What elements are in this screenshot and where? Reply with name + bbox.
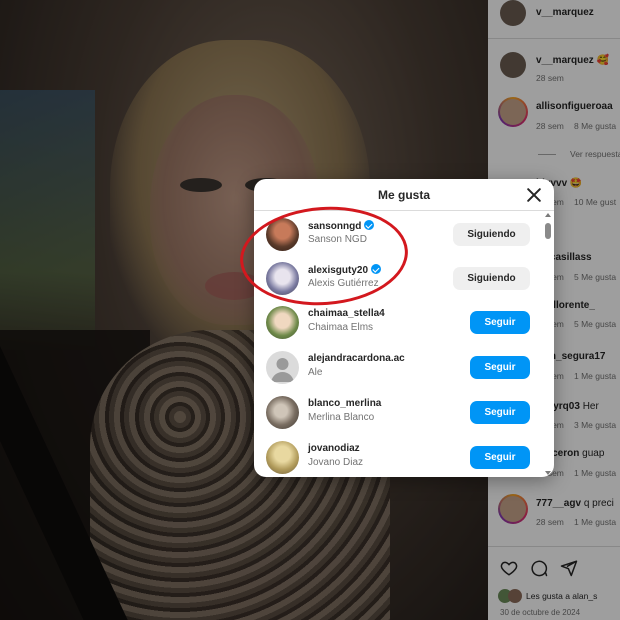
modal-header: Me gusta [254, 179, 554, 211]
close-icon[interactable] [524, 185, 544, 205]
comment-text: q preci [583, 498, 614, 509]
verified-badge-icon [364, 220, 375, 230]
full-name: Ale [308, 367, 323, 378]
comment-time: 28 sem [536, 517, 564, 527]
view-replies-link[interactable]: Ver respuestas [570, 149, 620, 159]
full-name: Sanson NGD [308, 234, 367, 245]
follow-button[interactable]: Seguir [470, 311, 530, 334]
comment-likes[interactable]: 1 Me gusta [574, 371, 616, 381]
modal-scrollbar[interactable] [544, 213, 552, 475]
full-name: Chaimaa Elms [308, 322, 374, 333]
comment-likes[interactable]: 8 Me gusta [574, 121, 616, 131]
comment-text: 🤩 [569, 178, 583, 189]
username[interactable]: jovanodiaz [308, 443, 360, 454]
username[interactable]: chaimaa_stella4 [308, 308, 385, 319]
scroll-thumb[interactable] [545, 223, 551, 239]
user-avatar[interactable] [266, 306, 299, 339]
comment-text: guap [582, 448, 605, 459]
username-text[interactable]: alexisguty20 [308, 265, 368, 276]
like-row: sansonngd Sanson NGD Siguiendo [254, 213, 542, 257]
comment-user[interactable]: allisonfigueroaa [536, 101, 613, 112]
comment-avatar[interactable] [500, 52, 526, 78]
modal-title: Me gusta [377, 188, 430, 202]
comment-item: allisonfigueroaa [536, 101, 613, 112]
like-row: alexisguty20 Alexis Gutiérrez Siguiendo [254, 257, 542, 301]
comment-user[interactable]: v__marquez [536, 55, 594, 66]
comment-text: Her [582, 401, 599, 412]
following-button[interactable]: Siguiendo [453, 223, 530, 246]
comment-icon[interactable] [530, 559, 548, 577]
comment-item: 777__agv q preci [536, 498, 614, 509]
liked-by-text[interactable]: Les gusta a alan_s [526, 591, 597, 601]
likes-modal: Me gusta sansonngd Sanson NGD Siguiendo … [254, 179, 554, 477]
follow-button[interactable]: Seguir [470, 446, 530, 469]
username[interactable]: alexisguty20 [308, 264, 382, 276]
full-name: Merlina Blanco [308, 412, 375, 423]
comment-likes[interactable]: 5 Me gusta [574, 272, 616, 282]
user-avatar[interactable] [266, 262, 299, 295]
like-row: blanco_merlina Merlina Blanco Seguir [254, 391, 542, 435]
comment-likes[interactable]: 1 Me gusta [574, 517, 616, 527]
follow-button[interactable]: Seguir [470, 401, 530, 424]
comment-likes[interactable]: 1 Me gusta [574, 468, 616, 478]
follow-button[interactable]: Seguir [470, 356, 530, 379]
scroll-up-arrow[interactable] [545, 213, 551, 217]
comment-time: 28 sem [536, 73, 564, 83]
share-icon[interactable] [560, 559, 578, 577]
comment-avatar[interactable] [500, 496, 526, 522]
default-avatar-icon [271, 358, 294, 382]
comment-user[interactable]: 777__agv [536, 498, 581, 509]
scroll-down-arrow[interactable] [545, 471, 551, 475]
comment-avatar[interactable] [500, 99, 526, 125]
post-date: 30 de octubre de 2024 [500, 608, 581, 617]
replies-line [538, 154, 556, 155]
username-text[interactable]: sansonngd [308, 221, 361, 232]
actions-divider [488, 546, 620, 547]
like-row: chaimaa_stella4 Chaimaa Elms Seguir [254, 301, 542, 345]
liker-avatar [508, 589, 522, 603]
comment-item: v__marquez 🥰 [536, 55, 609, 66]
verified-badge-icon [371, 264, 382, 274]
like-row: jovanodiaz Jovano Diaz Seguir [254, 436, 542, 477]
comment-likes[interactable]: 10 Me gust [574, 197, 616, 207]
username[interactable]: blanco_merlina [308, 398, 381, 409]
username[interactable]: sansonngd [308, 220, 375, 232]
user-avatar[interactable] [266, 441, 299, 474]
post-author[interactable]: v__marquez [536, 7, 594, 18]
username[interactable]: alejandracardona.ac [308, 353, 405, 364]
user-avatar[interactable] [266, 351, 299, 384]
full-name: Jovano Diaz [308, 457, 364, 468]
like-row: alejandracardona.ac Ale Seguir [254, 346, 542, 390]
author-avatar[interactable] [500, 0, 526, 26]
comment-likes[interactable]: 3 Me gusta [574, 420, 616, 430]
comment-text: 🥰 [596, 55, 610, 66]
user-avatar[interactable] [266, 396, 299, 429]
full-name: Alexis Gutiérrez [308, 278, 379, 289]
heart-icon[interactable] [500, 559, 518, 577]
comment-likes[interactable]: 5 Me gusta [574, 319, 616, 329]
following-button[interactable]: Siguiendo [453, 267, 530, 290]
user-avatar[interactable] [266, 218, 299, 251]
header-divider [488, 38, 620, 39]
comment-time: 28 sem [536, 121, 564, 131]
